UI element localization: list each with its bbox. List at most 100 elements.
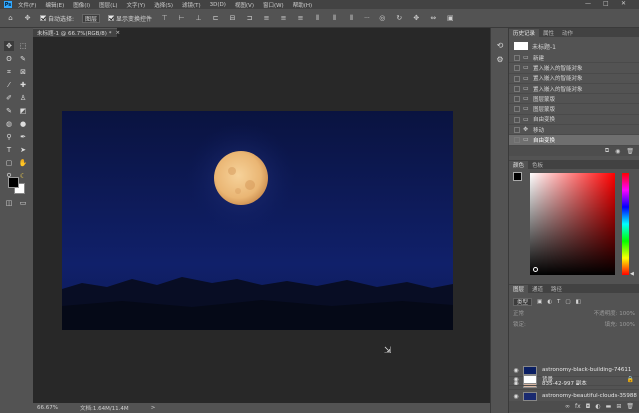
- fill-field[interactable]: 填充: 100%: [605, 320, 635, 329]
- history-item[interactable]: ▭ 新建: [509, 53, 639, 64]
- show-transform-option[interactable]: 显示变换控件: [108, 14, 152, 23]
- menu-3d[interactable]: 3D(D): [210, 2, 226, 8]
- document-tab[interactable]: 未标题-1 @ 66.7%(RGB/8) * ×: [33, 28, 120, 37]
- new-group-icon[interactable]: ▬: [606, 403, 612, 410]
- align-middle-icon[interactable]: ⊢: [177, 14, 186, 23]
- history-brush-icon[interactable]: ✎: [4, 106, 14, 116]
- menu-file[interactable]: 文件(F): [18, 1, 36, 9]
- foreground-color-swatch[interactable]: [8, 177, 19, 188]
- filter-type-icon[interactable]: T: [557, 299, 560, 305]
- tab-history[interactable]: 历史记录: [509, 29, 540, 37]
- delete-layer-icon[interactable]: 🗑: [626, 403, 634, 410]
- screen-mode-icon[interactable]: ▭: [18, 198, 28, 208]
- menu-image[interactable]: 图像(I): [73, 1, 90, 9]
- distribute-center-icon[interactable]: ⦀: [330, 14, 339, 23]
- eraser-tool-icon[interactable]: ◩: [18, 106, 28, 116]
- history-panel-icon[interactable]: ⟲: [495, 40, 505, 50]
- history-brush-source-box[interactable]: [514, 116, 520, 123]
- history-snapshot[interactable]: 未标题-1: [514, 41, 636, 51]
- move-tool-icon[interactable]: ✥: [23, 14, 32, 23]
- menu-layer[interactable]: 图层(L): [99, 1, 117, 9]
- 3d-rotate-icon[interactable]: ◎: [378, 14, 387, 23]
- layer-row-background[interactable]: ◉ 背景 🔒: [509, 373, 639, 386]
- quick-select-tool-icon[interactable]: ✎: [18, 54, 28, 64]
- auto-select-checkbox[interactable]: [40, 15, 46, 21]
- history-item[interactable]: ▭ 自由变换: [509, 115, 639, 126]
- color-picker-ring[interactable]: [533, 267, 538, 272]
- history-brush-source-box[interactable]: [514, 137, 520, 144]
- delete-state-icon[interactable]: 🗑: [626, 148, 634, 155]
- filter-pixel-icon[interactable]: ▣: [537, 299, 542, 305]
- distribute-middle-icon[interactable]: ≡: [279, 14, 288, 23]
- history-brush-source-box[interactable]: [514, 106, 520, 113]
- shape-tool-icon[interactable]: ▢: [4, 158, 14, 168]
- history-item-active[interactable]: ▭ 自由变换: [509, 135, 639, 146]
- new-layer-icon[interactable]: ⊞: [616, 403, 621, 410]
- properties-panel-icon[interactable]: ⚙: [495, 54, 505, 64]
- menu-select[interactable]: 选择(S): [154, 1, 173, 9]
- align-right-icon[interactable]: ⊐: [245, 14, 254, 23]
- filter-adjustment-icon[interactable]: ◐: [547, 299, 552, 305]
- auto-select-dropdown[interactable]: 图层: [82, 13, 101, 23]
- color-swatches[interactable]: [7, 176, 27, 196]
- distribute-bottom-icon[interactable]: ≡: [296, 14, 305, 23]
- filter-smart-object-icon[interactable]: ◧: [576, 299, 581, 305]
- tab-properties[interactable]: 属性: [539, 29, 558, 37]
- brush-tool-icon[interactable]: ✐: [4, 93, 14, 103]
- opacity-field[interactable]: 不透明度: 100%: [594, 309, 635, 318]
- eyedropper-tool-icon[interactable]: ⁄: [4, 80, 14, 90]
- 3d-scale-icon[interactable]: ▣: [446, 14, 455, 23]
- maximize-button[interactable]: □: [603, 0, 609, 7]
- document-tab-close[interactable]: ×: [115, 30, 120, 36]
- new-document-from-state-icon[interactable]: ⧉: [605, 147, 609, 155]
- snapshot-camera-icon[interactable]: ◉: [615, 148, 620, 155]
- add-mask-icon[interactable]: ◘: [586, 403, 591, 410]
- history-item[interactable]: ▭ 置入嵌入的智能对象: [509, 84, 639, 95]
- layer-kind-dropdown[interactable]: 类型: [513, 297, 533, 306]
- tab-actions[interactable]: 动作: [558, 29, 577, 37]
- distribute-left-icon[interactable]: ⦀: [313, 14, 322, 23]
- healing-brush-icon[interactable]: ✚: [18, 80, 28, 90]
- color-panel-foreground[interactable]: [513, 172, 522, 181]
- align-bottom-icon[interactable]: ⊥: [194, 14, 203, 23]
- menu-edit[interactable]: 编辑(E): [45, 1, 64, 9]
- history-item[interactable]: ▭ 置入嵌入的智能对象: [509, 63, 639, 74]
- visibility-eye-icon[interactable]: ◉: [509, 393, 523, 400]
- move-tool-icon[interactable]: ✥: [4, 41, 14, 51]
- history-brush-source-box[interactable]: [514, 75, 520, 82]
- hue-slider[interactable]: [622, 173, 629, 275]
- 3d-pan-icon[interactable]: ✥: [412, 14, 421, 23]
- status-menu-arrow[interactable]: >: [151, 405, 156, 411]
- menu-window[interactable]: 窗口(W): [263, 1, 284, 9]
- history-brush-source-box[interactable]: [514, 55, 520, 61]
- blend-mode-dropdown[interactable]: 正常: [513, 309, 524, 318]
- color-picker-field[interactable]: [530, 173, 615, 275]
- distribute-top-icon[interactable]: ≡: [262, 14, 271, 23]
- 3d-roll-icon[interactable]: ↻: [395, 14, 404, 23]
- history-item[interactable]: ✥ 移动: [509, 125, 639, 136]
- menu-filter[interactable]: 滤镜(T): [182, 1, 201, 9]
- layer-style-icon[interactable]: fx: [575, 403, 581, 410]
- visibility-eye-icon[interactable]: ◉: [509, 376, 523, 383]
- align-left-icon[interactable]: ⊏: [211, 14, 220, 23]
- more-options-button[interactable]: ···: [364, 15, 370, 22]
- filter-shape-icon[interactable]: ▢: [565, 299, 570, 305]
- menu-view[interactable]: 视图(V): [235, 1, 254, 9]
- path-select-icon[interactable]: ➤: [18, 145, 28, 155]
- history-item[interactable]: ▭ 置入嵌入的智能对象: [509, 74, 639, 84]
- align-top-icon[interactable]: ⊤: [160, 14, 169, 23]
- link-layers-icon[interactable]: ∞: [565, 403, 570, 410]
- frame-tool-icon[interactable]: ⊠: [18, 67, 28, 77]
- history-item[interactable]: ▭ 图层蒙版: [509, 104, 639, 115]
- edit-quick-mask-icon[interactable]: ◫: [4, 198, 14, 208]
- close-window-button[interactable]: ✕: [621, 0, 626, 7]
- gradient-tool-icon[interactable]: ◍: [4, 119, 14, 129]
- adjustment-layer-icon[interactable]: ◐: [595, 403, 600, 410]
- history-brush-source-box[interactable]: [514, 85, 520, 92]
- clone-stamp-icon[interactable]: ♙: [18, 93, 28, 103]
- hue-slider-handle-icon[interactable]: ◀: [630, 271, 634, 277]
- type-tool-icon[interactable]: T: [4, 145, 14, 155]
- crop-tool-icon[interactable]: ⌗: [4, 67, 14, 77]
- history-brush-source-box[interactable]: [514, 96, 520, 103]
- marquee-tool-icon[interactable]: ⬚: [18, 41, 28, 51]
